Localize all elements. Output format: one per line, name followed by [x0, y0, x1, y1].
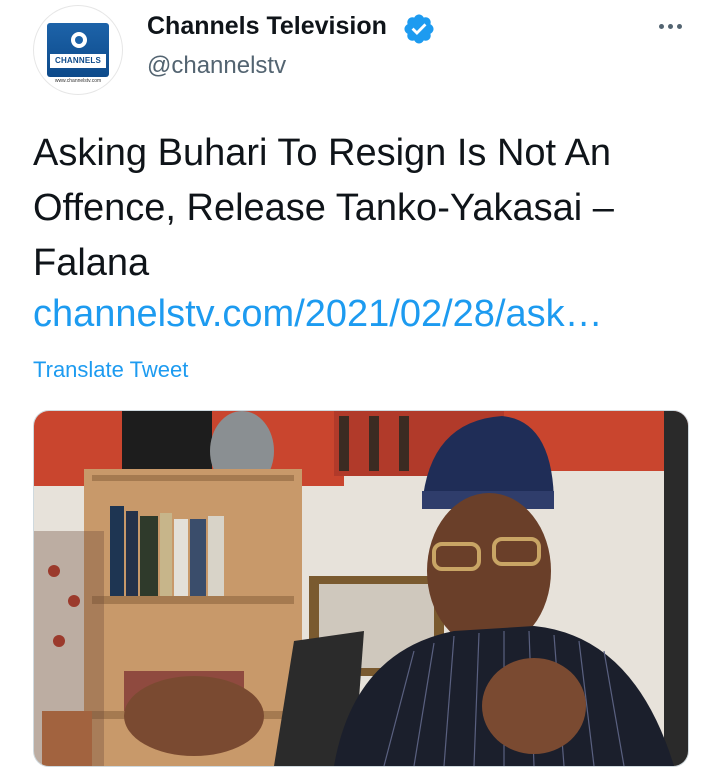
avatar-logo-text: CHANNELS: [50, 54, 106, 68]
author-avatar[interactable]: CHANNELS www.channelstv.com: [33, 5, 123, 95]
avatar-url-text: www.channelstv.com: [54, 78, 102, 84]
globe-icon: [71, 32, 87, 48]
media-photo: [34, 411, 688, 766]
translate-tweet-button[interactable]: Translate Tweet: [33, 357, 188, 383]
tweet-link[interactable]: channelstv.com/2021/02/28/ask…: [33, 293, 603, 336]
tweet-text: Asking Buhari To Resign Is Not An Offenc…: [33, 132, 614, 284]
channels-tv-logo-icon: CHANNELS: [47, 23, 109, 77]
more-options-icon[interactable]: [654, 16, 686, 36]
tweet-media-image[interactable]: [33, 410, 689, 767]
verified-badge-icon: [404, 14, 434, 44]
author-display-name[interactable]: Channels Television: [147, 12, 387, 41]
author-handle[interactable]: @channelstv: [147, 52, 286, 80]
